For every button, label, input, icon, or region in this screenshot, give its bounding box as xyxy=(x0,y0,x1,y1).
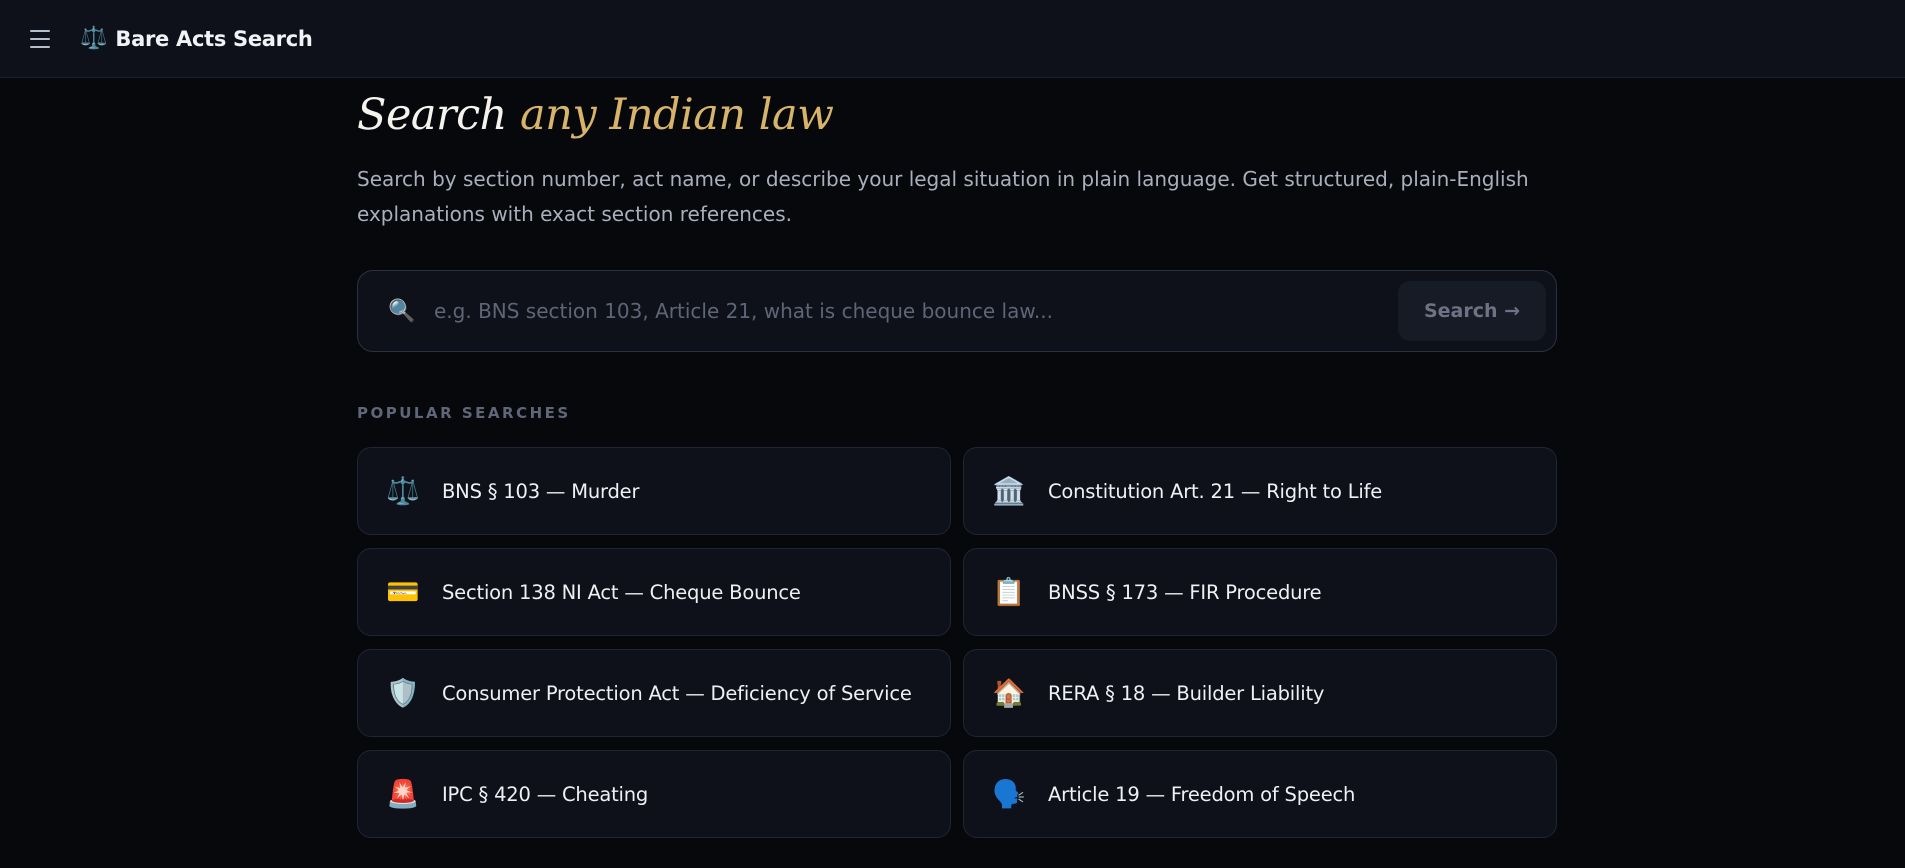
popular-search-label: BNS § 103 — Murder xyxy=(442,479,640,503)
hamburger-menu-icon[interactable] xyxy=(30,26,56,52)
popular-search-bnss-173[interactable]: 📋 BNSS § 173 — FIR Procedure xyxy=(963,548,1557,636)
house-icon: 🏠 xyxy=(992,678,1026,709)
popular-search-label: Consumer Protection Act — Deficiency of … xyxy=(442,681,912,705)
popular-search-rera-18[interactable]: 🏠 RERA § 18 — Builder Liability xyxy=(963,649,1557,737)
clipboard-icon: 📋 xyxy=(992,577,1026,608)
popular-search-label: Article 19 — Freedom of Speech xyxy=(1048,782,1356,806)
popular-search-label: RERA § 18 — Builder Liability xyxy=(1048,681,1325,705)
brand-name: Bare Acts Search xyxy=(115,26,313,51)
scales-icon: ⚖️ xyxy=(80,26,108,51)
search-bar: 🔍 Search → xyxy=(357,270,1557,352)
brand[interactable]: ⚖️ Bare Acts Search xyxy=(80,26,313,51)
menu-line xyxy=(30,29,50,32)
title-accent: any Indian law xyxy=(520,90,834,140)
popular-search-ipc-420[interactable]: 🚨 IPC § 420 — Cheating xyxy=(357,750,951,838)
speaking-head-icon: 🗣️ xyxy=(992,779,1026,810)
siren-icon: 🚨 xyxy=(386,779,420,810)
popular-search-article-19[interactable]: 🗣️ Article 19 — Freedom of Speech xyxy=(963,750,1557,838)
popular-search-label: Section 138 NI Act — Cheque Bounce xyxy=(442,580,801,604)
credit-card-icon: 💳 xyxy=(386,577,420,608)
popular-search-label: Constitution Art. 21 — Right to Life xyxy=(1048,479,1383,503)
menu-line xyxy=(30,45,50,48)
main-content: Search any Indian law Search by section … xyxy=(357,78,1557,838)
popular-search-consumer-protection[interactable]: 🛡️ Consumer Protection Act — Deficiency … xyxy=(357,649,951,737)
classical-building-icon: 🏛️ xyxy=(992,476,1026,507)
popular-search-label: BNSS § 173 — FIR Procedure xyxy=(1048,580,1322,604)
popular-search-label: IPC § 420 — Cheating xyxy=(442,782,649,806)
page-title: Search any Indian law xyxy=(357,90,1557,140)
popular-search-ni-act-138[interactable]: 💳 Section 138 NI Act — Cheque Bounce xyxy=(357,548,951,636)
title-lead: Search xyxy=(357,90,507,140)
top-navigation-bar: ⚖️ Bare Acts Search xyxy=(0,0,1905,78)
menu-line xyxy=(30,37,50,40)
search-button[interactable]: Search → xyxy=(1398,281,1546,341)
scales-icon: ⚖️ xyxy=(386,476,420,507)
search-icon: 🔍 xyxy=(388,298,416,324)
popular-search-bns-103[interactable]: ⚖️ BNS § 103 — Murder xyxy=(357,447,951,535)
popular-search-constitution-art-21[interactable]: 🏛️ Constitution Art. 21 — Right to Life xyxy=(963,447,1557,535)
popular-searches-heading: POPULAR SEARCHES xyxy=(357,404,571,422)
search-input[interactable] xyxy=(434,291,1398,331)
shield-icon: 🛡️ xyxy=(386,678,420,709)
popular-searches-grid: ⚖️ BNS § 103 — Murder 🏛️ Constitution Ar… xyxy=(357,447,1557,838)
page-description: Search by section number, act name, or d… xyxy=(357,167,1529,226)
